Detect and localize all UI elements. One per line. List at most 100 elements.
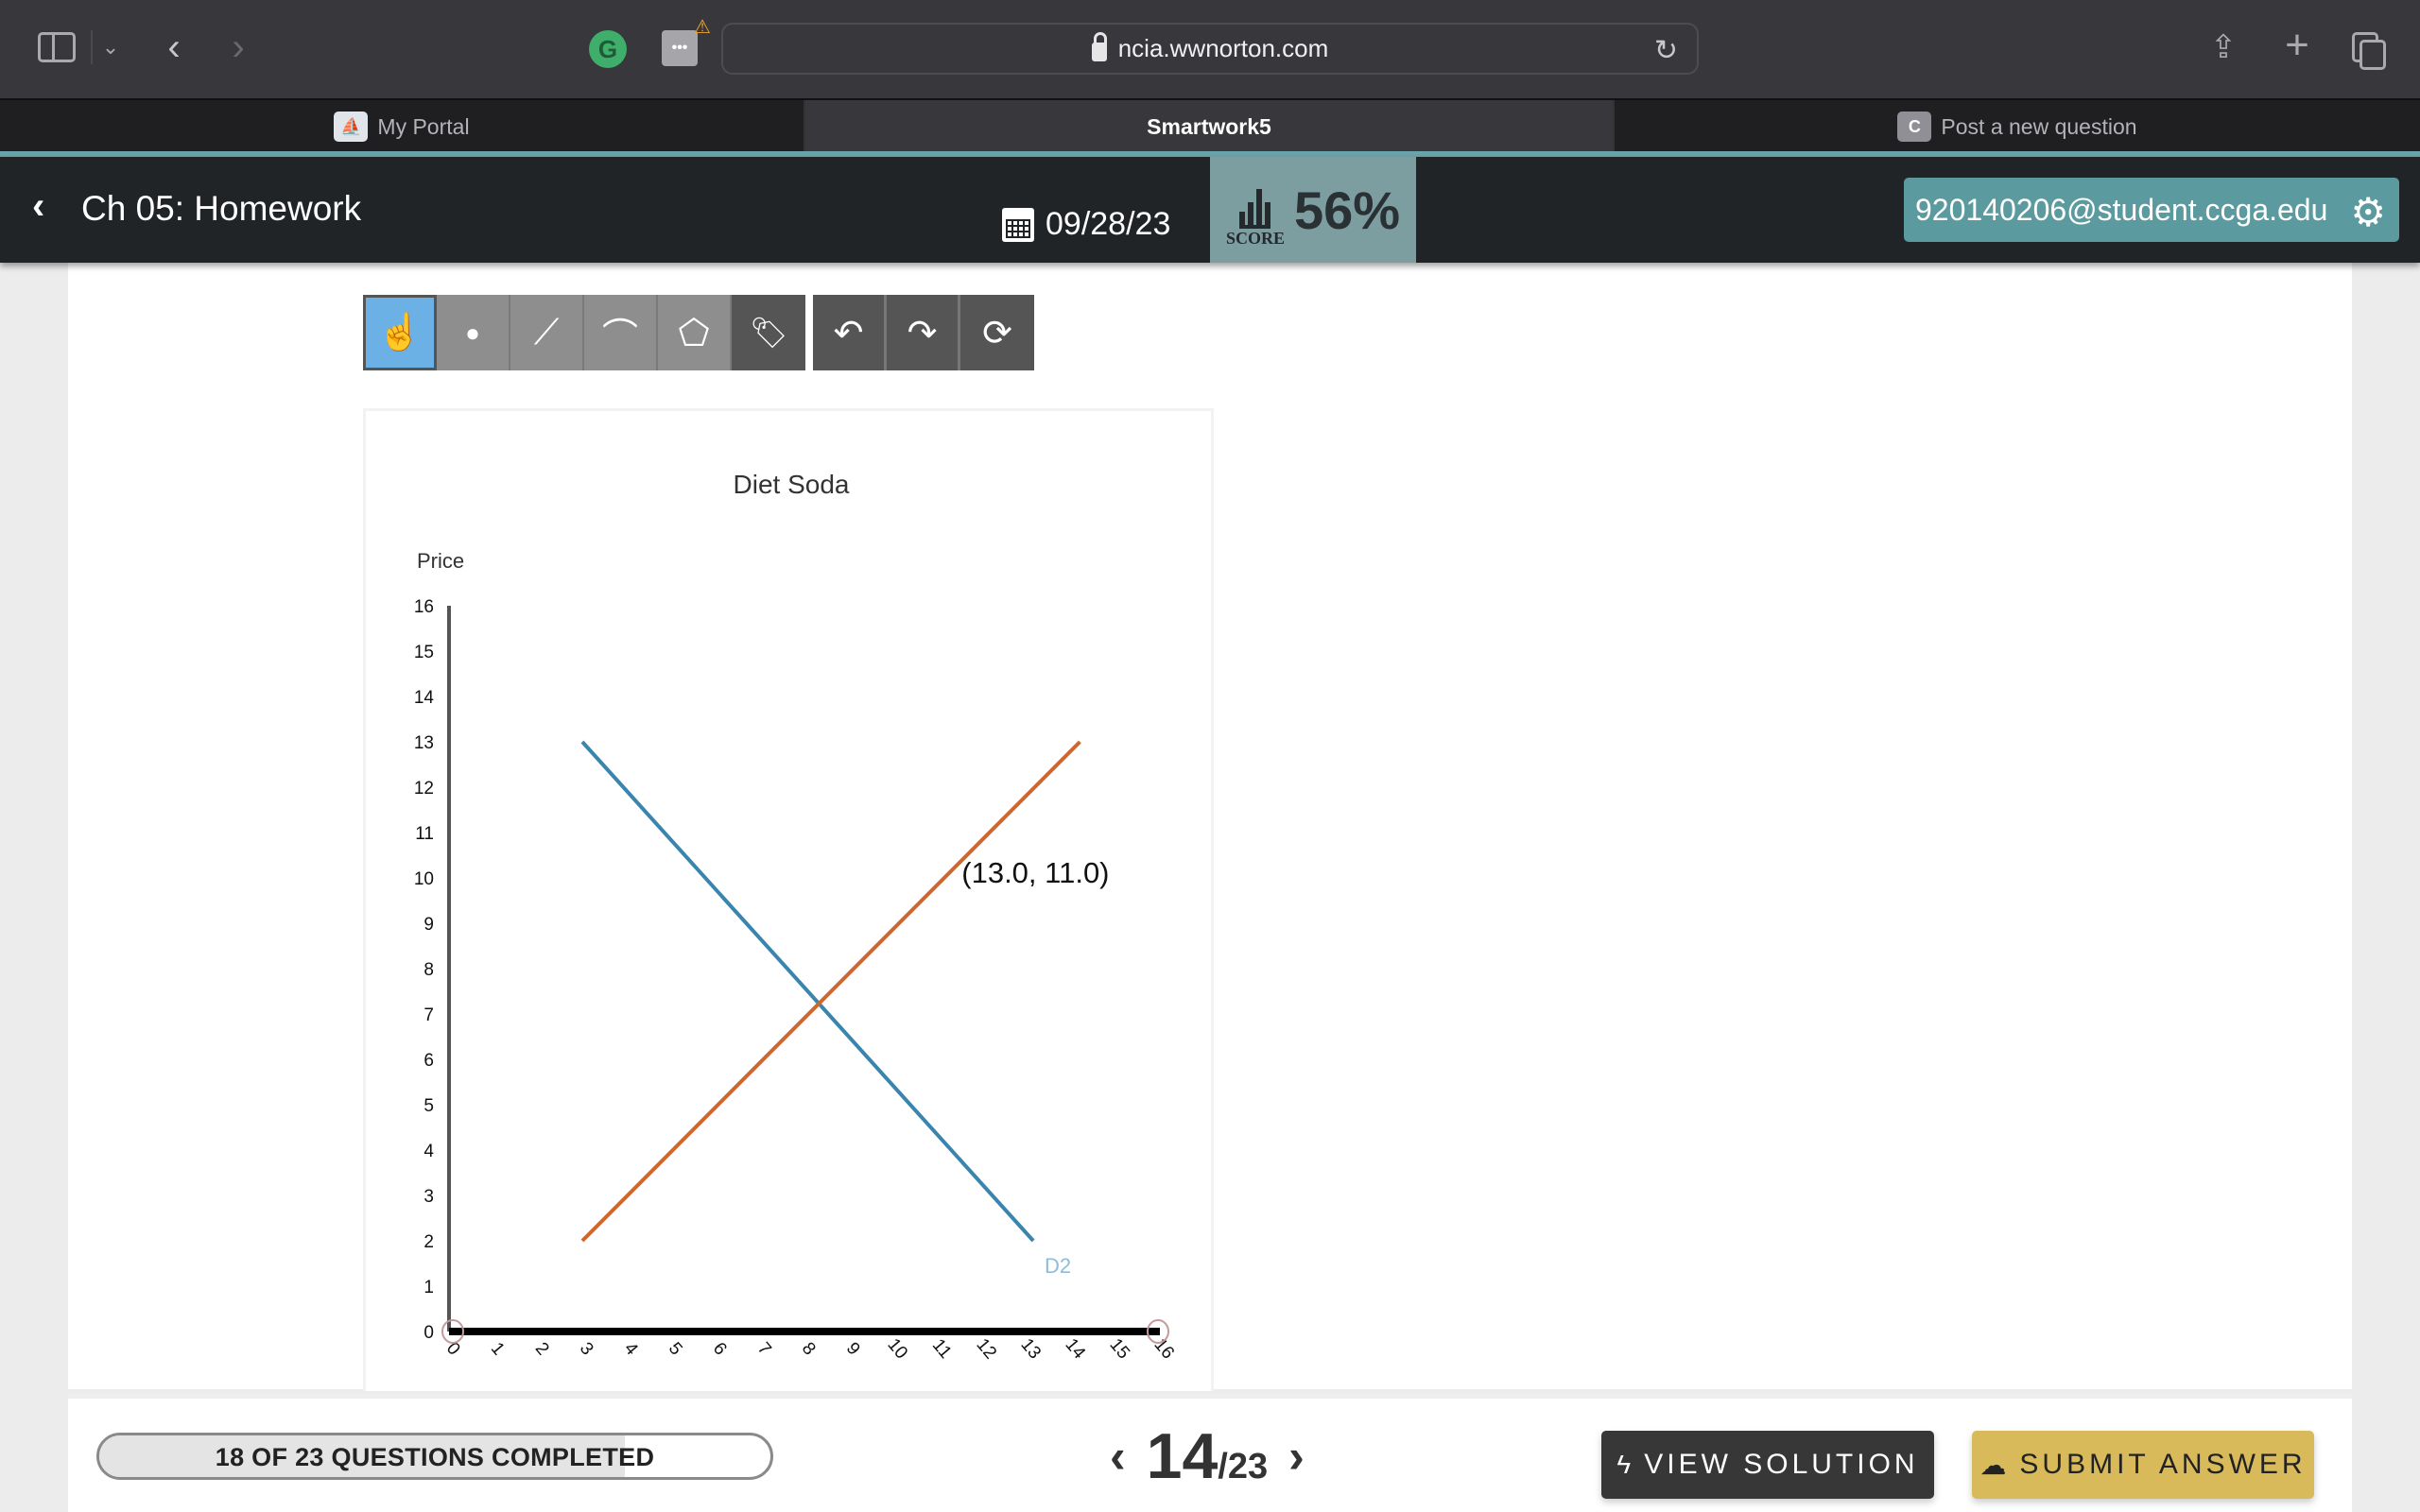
y-tick-label: 8 bbox=[424, 960, 434, 980]
user-account-button[interactable]: 920140206@student.ccga.edu ⚙ bbox=[1904, 178, 2399, 242]
undo-icon: ↶ bbox=[833, 313, 864, 353]
calendar-icon bbox=[1002, 207, 1034, 242]
total-questions: /23 bbox=[1218, 1446, 1269, 1486]
submit-answer-label: SUBMIT ANSWER bbox=[2019, 1449, 2307, 1480]
completion-progress-bar: 18 OF 23 QUESTIONS COMPLETED bbox=[96, 1433, 773, 1480]
y-tick-label: 13 bbox=[414, 733, 434, 753]
back-chevron-icon[interactable]: ‹ bbox=[32, 185, 44, 228]
x-tick-label: 12 bbox=[972, 1335, 1000, 1364]
graph-panel: Diet Soda Price 0 1 2 3 4 5 6 7 8 9 10 11 12 13 14 15 16… bbox=[363, 408, 1214, 1391]
forward-button[interactable]: › bbox=[223, 26, 253, 68]
y-tick-label: 4 bbox=[424, 1142, 434, 1161]
series-label-d2: D2 bbox=[1045, 1254, 1071, 1278]
x-tick-label: 14 bbox=[1061, 1335, 1089, 1364]
sailboat-icon: ⛵ bbox=[334, 112, 369, 142]
next-question-button[interactable]: › bbox=[1268, 1429, 1325, 1484]
grammarly-extension-icon[interactable]: G bbox=[589, 30, 627, 68]
y-tick-label: 2 bbox=[424, 1232, 434, 1252]
gear-icon[interactable]: ⚙ bbox=[2350, 189, 2386, 235]
assignment-title[interactable]: Ch 05: Homework bbox=[81, 189, 361, 229]
x-tick-label: 13 bbox=[1016, 1335, 1045, 1364]
tab-smartwork5[interactable]: Smartwork5 bbox=[805, 100, 1613, 153]
pentagon-icon: ⬠ bbox=[678, 313, 710, 353]
line-tool[interactable]: ⟋ bbox=[510, 295, 584, 370]
select-tool[interactable]: ☝ bbox=[363, 295, 437, 370]
footer-bar: 18 OF 23 QUESTIONS COMPLETED ‹ 14 /23 › … bbox=[68, 1393, 2352, 1512]
graph-toolbar: ☝ ● ⟋ ⌒ ⬠ 🏷 ↶ ↷ ⟳ bbox=[363, 295, 1034, 370]
point-tool[interactable]: ● bbox=[437, 295, 510, 370]
progress-label: 18 OF 23 QUESTIONS COMPLETED bbox=[215, 1443, 655, 1471]
x-tick-label: 7 bbox=[753, 1339, 775, 1360]
point-annotation: (13.0, 11.0) bbox=[961, 856, 1109, 889]
y-tick-label: 5 bbox=[424, 1096, 434, 1116]
y-tick-label: 11 bbox=[415, 824, 434, 844]
redo-button[interactable]: ↷ bbox=[887, 295, 960, 370]
score-value: 56% bbox=[1293, 180, 1401, 240]
tab-label: Smartwork5 bbox=[1147, 113, 1271, 139]
sidebar-toggle-icon[interactable] bbox=[38, 32, 76, 62]
tab-label: Post a new question bbox=[1941, 113, 2137, 139]
x-tick-label: 8 bbox=[798, 1339, 820, 1360]
curve-icon: ⌒ bbox=[601, 317, 638, 357]
lightning-icon: ϟ bbox=[1616, 1450, 1632, 1479]
supply-curve bbox=[580, 740, 1081, 1243]
undo-button[interactable]: ↶ bbox=[813, 295, 887, 370]
tab-overview-icon[interactable] bbox=[2348, 28, 2386, 70]
x-tick-label: 10 bbox=[883, 1335, 911, 1364]
chevron-down-icon[interactable]: ⌄ bbox=[98, 28, 123, 66]
tab-label: My Portal bbox=[377, 113, 470, 139]
divider bbox=[91, 30, 93, 64]
reset-button[interactable]: ⟳ bbox=[960, 295, 1034, 370]
x-tick-label: 16 bbox=[1150, 1335, 1178, 1364]
redo-icon: ↷ bbox=[907, 313, 938, 353]
score-badge: SCORE 56% bbox=[1210, 157, 1416, 263]
x-tick-label: 11 bbox=[928, 1335, 956, 1363]
y-tick-label: 12 bbox=[414, 779, 434, 799]
y-tick-label: 14 bbox=[414, 688, 435, 708]
y-tick-label: 10 bbox=[414, 869, 434, 889]
lock-icon bbox=[1091, 31, 1107, 61]
view-solution-button[interactable]: ϟ VIEW SOLUTION bbox=[1601, 1431, 1934, 1499]
current-question-number: 14 bbox=[1146, 1420, 1219, 1492]
submit-answer-button[interactable]: ☁ SUBMIT ANSWER bbox=[1972, 1431, 2314, 1499]
y-tick-label: 0 bbox=[424, 1323, 434, 1343]
user-email: 920140206@student.ccga.edu bbox=[1915, 192, 2328, 227]
y-tick-label: 15 bbox=[414, 643, 434, 662]
assignment-header: ‹ Ch 05: Homework 09/28/23 SCORE 56% 920… bbox=[0, 157, 2420, 263]
point-icon: ● bbox=[465, 318, 480, 347]
polygon-tool[interactable]: ⬠ bbox=[658, 295, 732, 370]
view-solution-label: VIEW SOLUTION bbox=[1644, 1449, 1919, 1480]
share-icon[interactable]: ⇪ bbox=[2206, 26, 2240, 68]
tab-post-question[interactable]: C Post a new question bbox=[1613, 100, 2420, 153]
address-bar[interactable]: ncia.wwnorton.com ↻ bbox=[721, 23, 1699, 75]
x-tick-label: 1 bbox=[487, 1339, 509, 1360]
refresh-icon: ⟳ bbox=[982, 313, 1012, 353]
new-tab-icon[interactable]: + bbox=[2278, 22, 2316, 68]
cloud-upload-icon: ☁ bbox=[1979, 1450, 2007, 1480]
hand-pointer-icon: ☝ bbox=[377, 313, 423, 352]
x-tick-label: 5 bbox=[665, 1339, 686, 1360]
tag-icon: 🏷 bbox=[749, 316, 788, 350]
y-tick-label: 3 bbox=[424, 1187, 434, 1207]
chegg-c-icon: C bbox=[1897, 112, 1932, 142]
browser-toolbar: ⌄ ‹ › G ••• ⚠ ncia.wwnorton.com ↻ ⇪ + bbox=[0, 0, 2420, 98]
previous-question-button[interactable]: ‹ bbox=[1089, 1429, 1147, 1484]
x-tick-label: 2 bbox=[531, 1339, 553, 1360]
y-tick-label: 1 bbox=[424, 1278, 434, 1297]
label-tool[interactable]: 🏷 bbox=[732, 295, 805, 370]
graph-canvas[interactable]: 0123456789101112131415160 1 2 3 4 5 6 7 8 9 10 11 12… bbox=[366, 411, 1217, 1394]
x-tick-label: 0 bbox=[442, 1339, 464, 1360]
warning-icon: ⚠ bbox=[694, 16, 711, 38]
score-word: SCORE bbox=[1225, 228, 1285, 248]
tab-strip: ⛵ My Portal Smartwork5 C Post a new ques… bbox=[0, 98, 2420, 153]
reload-icon[interactable]: ↻ bbox=[1654, 34, 1678, 67]
x-tick-label: 15 bbox=[1105, 1335, 1133, 1364]
curve-tool[interactable]: ⌒ bbox=[584, 295, 658, 370]
back-button[interactable]: ‹ bbox=[159, 26, 189, 68]
y-tick-label: 16 bbox=[414, 597, 434, 617]
tab-my-portal[interactable]: ⛵ My Portal bbox=[0, 100, 805, 153]
x-tick-label: 9 bbox=[842, 1339, 864, 1360]
x-tick-label: 3 bbox=[576, 1339, 597, 1360]
x-tick-label: 4 bbox=[620, 1339, 642, 1360]
due-date: 09/28/23 bbox=[1002, 206, 1170, 243]
